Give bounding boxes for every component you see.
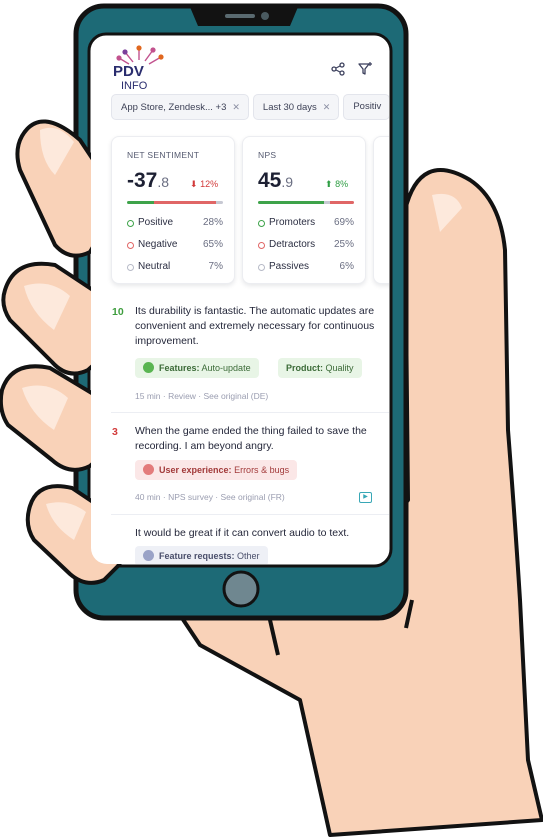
delta-value: 8% <box>335 179 349 189</box>
front-camera <box>261 12 269 20</box>
logo-text-line2: INFO <box>121 80 148 90</box>
close-icon[interactable]: ✕ <box>232 102 240 112</box>
tag-value: Errors & bugs <box>234 465 290 475</box>
row-pct: 6% <box>339 261 354 272</box>
card-title: NET SENTIMENT <box>127 150 200 160</box>
dot-icon <box>127 242 134 249</box>
tag-category: User experience: <box>159 465 232 475</box>
nps-bar <box>258 201 354 204</box>
item-meta: 40 min · NPS survey · See original (FR) <box>135 492 285 502</box>
dot-icon <box>258 242 265 249</box>
delta-value: 12% <box>200 179 219 189</box>
row-label: Passives <box>269 261 310 272</box>
feedback-text: When the game ended the thing failed to … <box>135 425 367 452</box>
row-label: Negative <box>138 239 178 250</box>
frown-icon <box>143 464 154 475</box>
card-value: -37.8 <box>127 169 169 193</box>
row-label: Neutral <box>138 261 171 272</box>
row-promoters: Promoters 69% <box>258 217 354 231</box>
chip-label: Positiv <box>353 101 382 112</box>
logo-text-line1: PDV <box>113 63 144 80</box>
feedback-text: Its durability is fantastic. The automat… <box>135 305 375 347</box>
score-badge: 3 <box>112 426 118 438</box>
tag-value: Other <box>237 551 260 561</box>
dot-icon <box>258 264 265 271</box>
row-neutral: Neutral 7% <box>127 261 223 275</box>
play-video-icon[interactable]: ▶ <box>359 492 372 503</box>
chip-label: Last 30 days <box>262 102 317 113</box>
row-pct: 25% <box>333 239 354 250</box>
bar-detractors <box>329 201 354 204</box>
tag-category: Product: <box>286 363 323 373</box>
dot-icon <box>127 220 134 227</box>
row-label: Promoters <box>269 217 316 228</box>
sentiment-bar <box>127 201 223 204</box>
topic-tag[interactable]: Features: Auto-update <box>135 358 259 378</box>
bar-negative <box>153 201 217 204</box>
net-sentiment-card[interactable]: NET SENTIMENT -37.8 ⬇ 12% Positive 28% Ne… <box>111 136 235 284</box>
tag-value: Auto-update <box>201 363 251 373</box>
value-int: 45 <box>258 169 282 192</box>
next-card-peek[interactable] <box>373 136 389 284</box>
arrow-up-icon: ⬆ <box>325 179 333 189</box>
filter-chip-sentiment[interactable]: Positiv <box>343 94 389 120</box>
row-detractors: Detractors 25% <box>258 239 354 253</box>
row-passives: Passives 6% <box>258 261 354 275</box>
filter-chip-date[interactable]: Last 30 days ✕ <box>252 94 340 120</box>
app-screen: PDV INFO App Store, Zendesk... +3 ✕ Last 3… <box>91 36 389 564</box>
pdv-info-logo: PDV INFO <box>111 44 173 95</box>
neutral-face-icon <box>143 550 154 561</box>
value-dec: .9 <box>281 174 294 190</box>
row-label: Detractors <box>269 239 316 250</box>
row-pct: 28% <box>202 217 223 228</box>
filter-icon[interactable] <box>356 60 374 78</box>
filter-chip-sources[interactable]: App Store, Zendesk... +3 ✕ <box>111 94 249 120</box>
item-meta: 15 min · Review · See original (DE) <box>135 391 269 401</box>
tag-value: Quality <box>325 363 354 373</box>
card-value: 45.9 <box>258 169 293 193</box>
home-button[interactable] <box>222 570 260 608</box>
row-pct: 65% <box>202 239 223 250</box>
topic-tag[interactable]: Product: Quality <box>278 358 362 378</box>
delta-badge: ⬇ 12% <box>190 179 218 190</box>
topic-tag[interactable]: User experience: Errors & bugs <box>135 460 298 480</box>
row-label: Positive <box>138 217 174 228</box>
tag-category: Feature requests: <box>159 551 235 561</box>
app-header: PDV INFO <box>91 36 389 98</box>
smile-icon <box>143 362 154 373</box>
arrow-down-icon: ⬇ <box>190 179 198 189</box>
tag-category: Features: <box>159 363 200 373</box>
filter-chips: App Store, Zendesk... +3 ✕ Last 30 days ✕ Po… <box>111 94 389 122</box>
value-dec: .8 <box>157 174 170 190</box>
delta-badge: ⬆ 8% <box>325 179 348 190</box>
divider <box>111 412 389 413</box>
card-title: NPS <box>258 150 277 160</box>
row-pct: 69% <box>333 217 354 228</box>
value-int: -37 <box>127 169 158 192</box>
row-negative: Negative 65% <box>127 239 223 253</box>
score-badge: 10 <box>112 306 124 318</box>
bar-neutral <box>216 201 223 204</box>
logo-mark: PDV INFO <box>113 45 164 92</box>
nps-card[interactable]: NPS 45.9 ⬆ 8% Promoters 69% Detractors 25%… <box>242 136 366 284</box>
topic-tag[interactable]: Feature requests: Other <box>135 546 268 564</box>
feedback-text: It would be great if it can convert audi… <box>135 527 350 539</box>
dot-icon <box>258 220 265 227</box>
speaker-slot <box>225 14 255 18</box>
row-pct: 7% <box>208 261 223 272</box>
row-positive: Positive 28% <box>127 217 223 231</box>
share-icon[interactable] <box>329 60 347 78</box>
chip-label: App Store, Zendesk... +3 <box>121 102 227 113</box>
bar-positive <box>127 201 154 204</box>
bar-promoters <box>258 201 325 204</box>
divider <box>111 514 389 515</box>
dot-icon <box>127 264 134 271</box>
close-icon[interactable]: ✕ <box>323 102 331 112</box>
metric-cards: NET SENTIMENT -37.8 ⬇ 12% Positive 28% Ne… <box>111 136 389 286</box>
